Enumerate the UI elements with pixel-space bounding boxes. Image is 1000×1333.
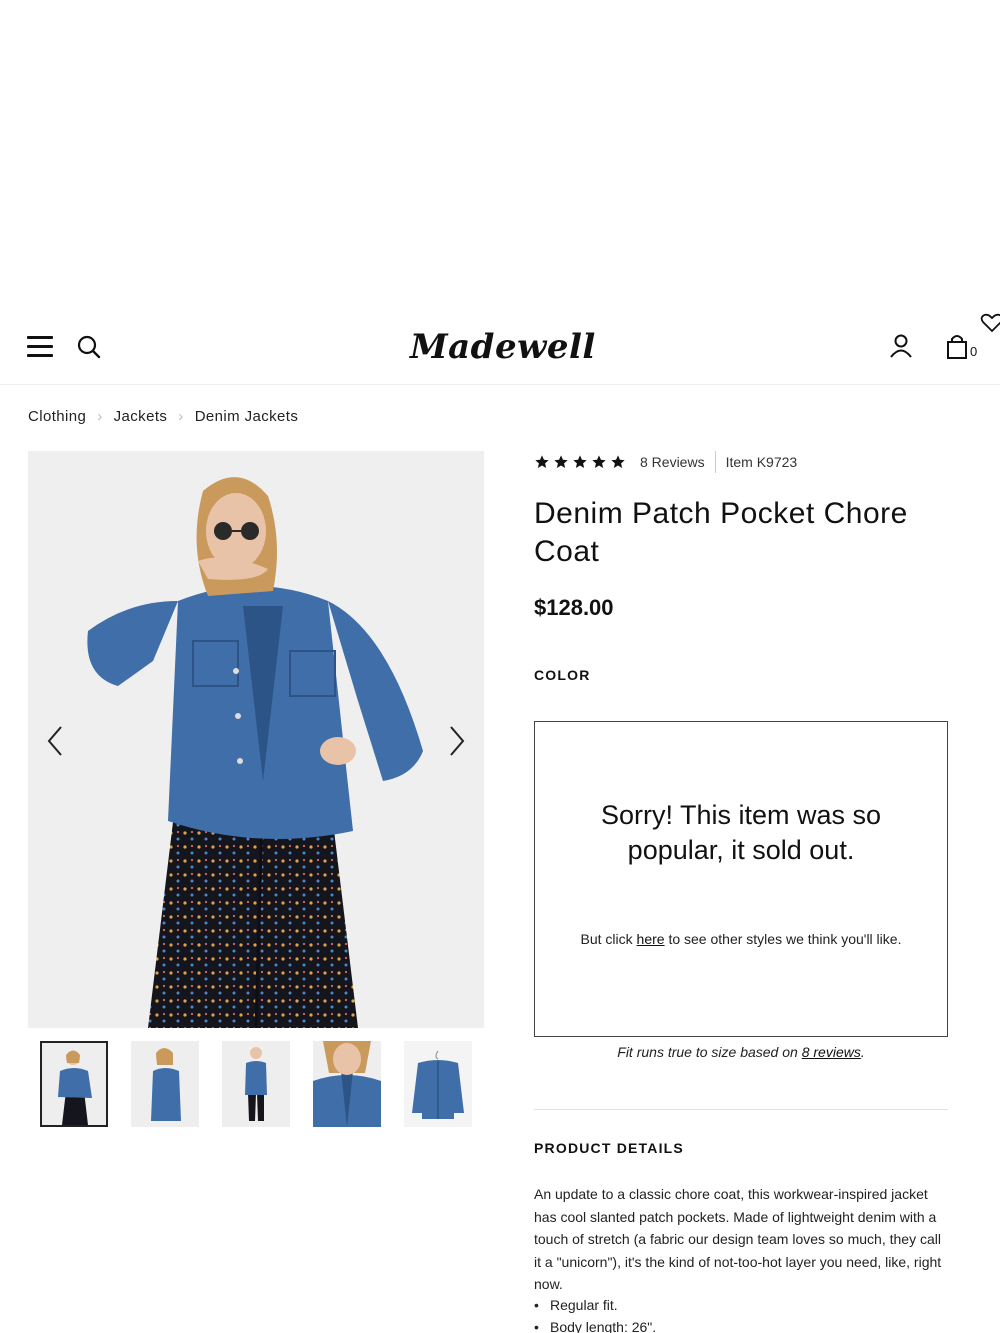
chevron-right-icon: › (178, 408, 184, 425)
site-header: Madewell 0 (0, 305, 1000, 385)
star-icon (535, 455, 549, 468)
list-item: Regular fit. (534, 1294, 948, 1316)
fit-note: Fit runs true to size based on 8 reviews… (534, 1044, 948, 1060)
breadcrumb-denim-jackets[interactable]: Denim Jackets (195, 408, 299, 425)
account-icon[interactable] (887, 332, 915, 360)
color-label: COLOR (534, 667, 591, 683)
thumbnail-5[interactable] (404, 1041, 472, 1127)
product-price: $128.00 (534, 595, 614, 620)
search-icon[interactable] (76, 334, 102, 360)
sold-out-text-after: to see other styles we think you'll like… (664, 931, 902, 947)
breadcrumb: Clothing › Jackets › Denim Jackets (28, 408, 298, 425)
thumbnail-2[interactable] (131, 1041, 199, 1127)
fit-note-suffix: . (860, 1044, 865, 1060)
list-item: Body length: 26". (534, 1316, 948, 1333)
sold-out-notice: Sorry! This item was so popular, it sold… (534, 721, 948, 1037)
other-styles-link[interactable]: here (637, 931, 665, 947)
madewell-logo[interactable]: Madewell (410, 323, 596, 373)
rating-row: 8 Reviews Item K9723 (534, 451, 797, 473)
thumbnail-strip (40, 1041, 495, 1127)
sold-out-message: But click here to see other styles we th… (535, 928, 947, 950)
product-details-body: An update to a classic chore coat, this … (534, 1186, 942, 1292)
bag-count: 0 (970, 344, 978, 359)
breadcrumb-jackets[interactable]: Jackets (114, 408, 168, 425)
heart-icon[interactable] (980, 313, 1000, 333)
star-icon (592, 455, 606, 468)
product-hero-image (28, 451, 484, 1028)
fit-reviews-link[interactable]: 8 reviews (802, 1044, 861, 1060)
logo-text: Madewell (410, 327, 596, 367)
model-illustration (28, 451, 484, 1028)
fit-note-prefix: Fit runs true to size based on (617, 1044, 802, 1060)
product-details-bullets: Regular fit. Body length: 26". (534, 1294, 948, 1333)
section-divider (534, 1109, 948, 1110)
divider (714, 451, 716, 473)
thumbnail-4[interactable] (313, 1041, 381, 1127)
product-title: Denim Patch Pocket Chore Coat (534, 497, 908, 568)
chevron-right-icon: › (97, 408, 103, 425)
product-details-heading: PRODUCT DETAILS (534, 1140, 684, 1156)
shopping-bag-icon[interactable]: 0 (945, 332, 979, 360)
breadcrumb-clothing[interactable]: Clothing (28, 408, 86, 425)
thumbnail-3[interactable] (222, 1041, 290, 1127)
reviews-link[interactable]: 8 Reviews (640, 454, 705, 470)
star-rating (534, 454, 626, 470)
star-icon (611, 455, 625, 468)
prev-image-arrow[interactable] (40, 721, 70, 761)
star-icon (554, 455, 568, 468)
item-number: Item K9723 (725, 454, 798, 470)
thumbnail-1[interactable] (40, 1041, 108, 1127)
menu-icon[interactable] (27, 336, 53, 358)
sold-out-text-before: But click (580, 931, 637, 947)
next-image-arrow[interactable] (442, 721, 472, 761)
star-icon (573, 455, 587, 468)
sold-out-headline: Sorry! This item was so popular, it sold… (600, 800, 882, 865)
